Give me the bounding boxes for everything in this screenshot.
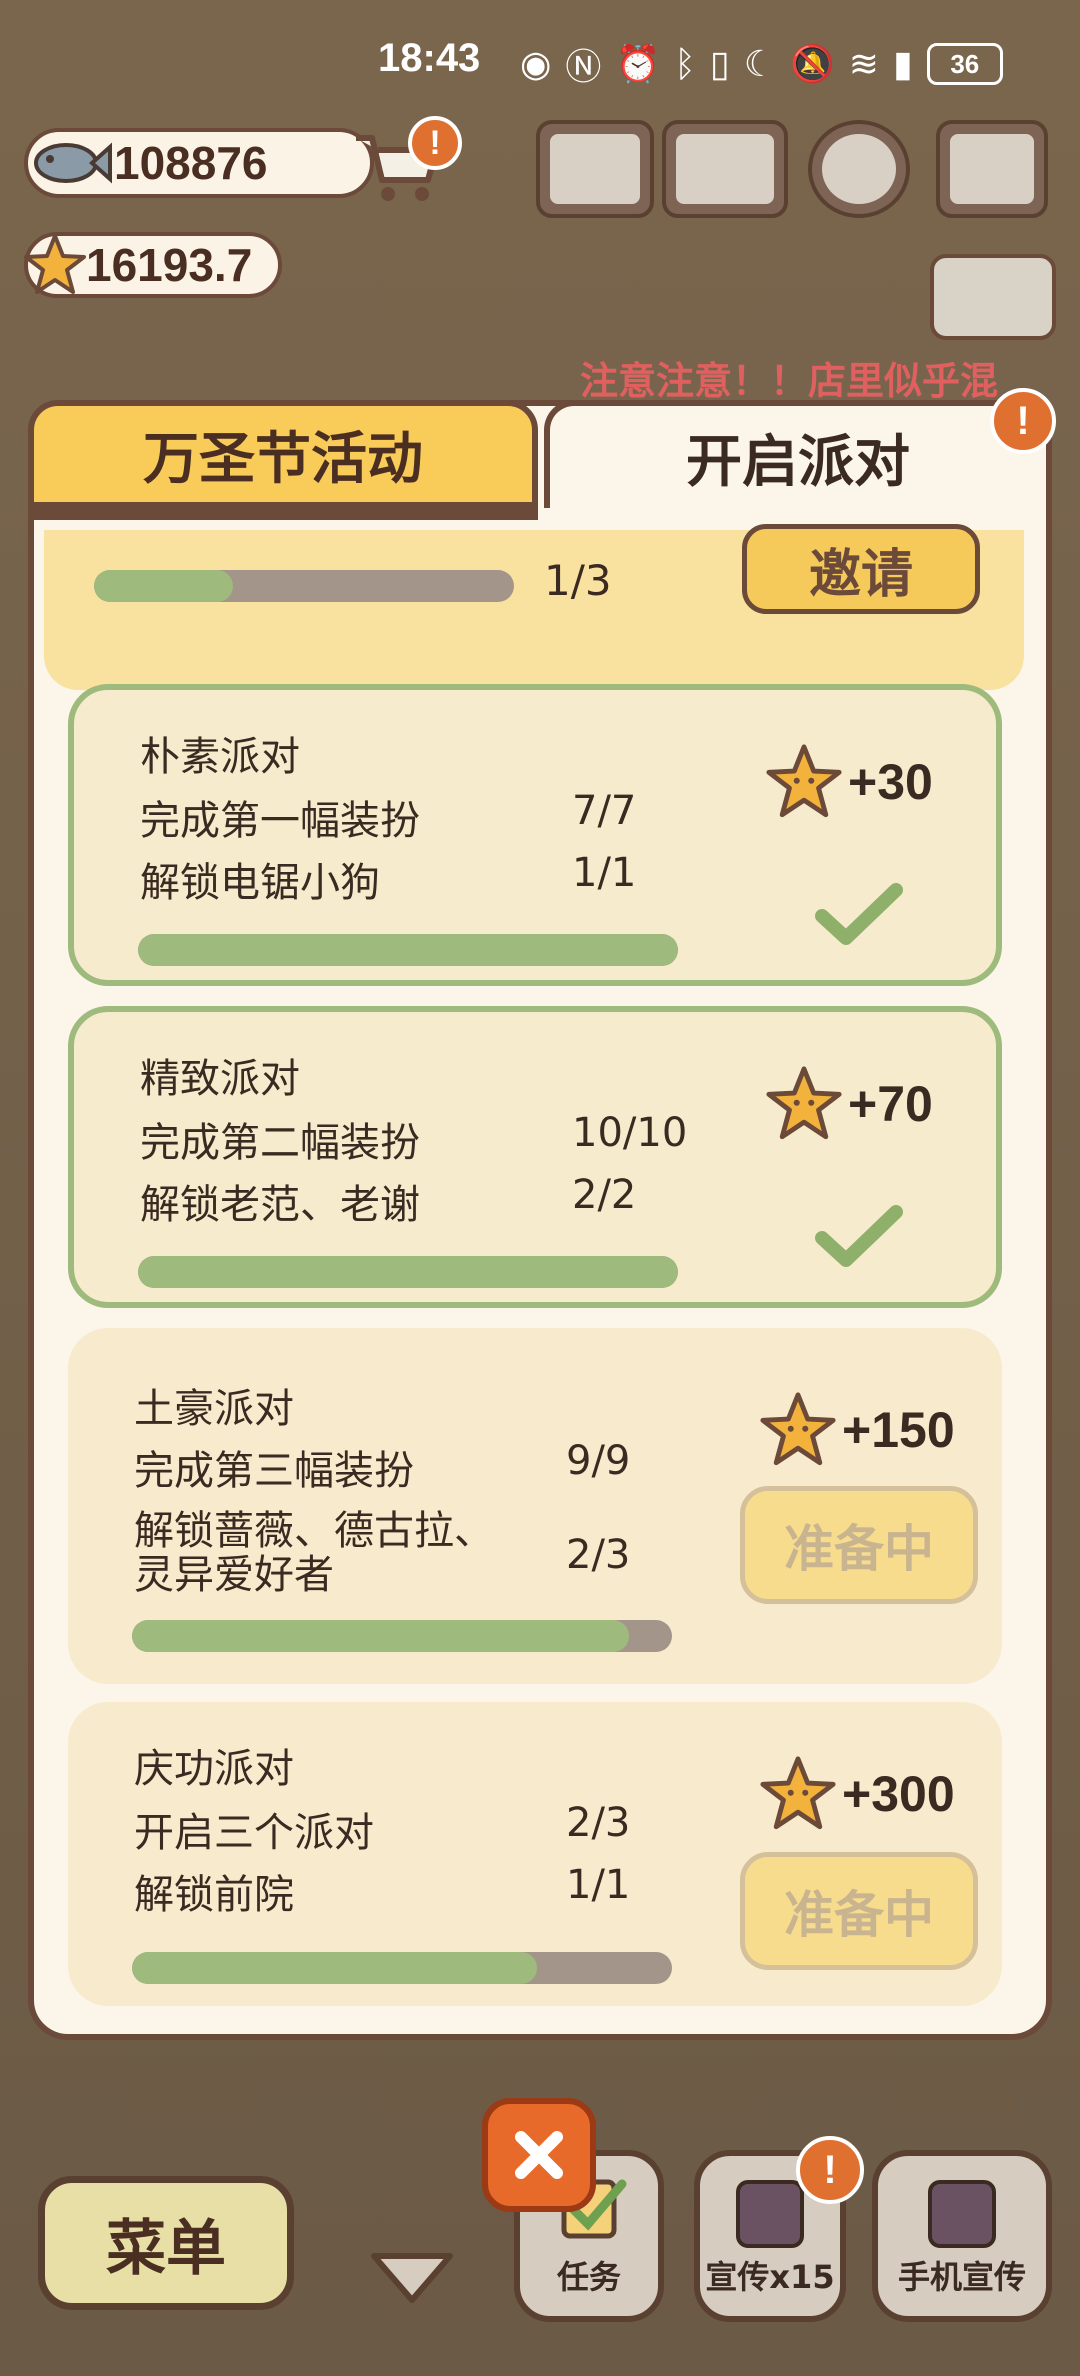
check-icon: [815, 1205, 903, 1267]
fish-currency: 108876: [24, 128, 374, 198]
party-task-count: 1/1: [572, 850, 637, 896]
party-name: 庆功派对: [134, 1746, 294, 1792]
party-progress: [132, 1952, 672, 1984]
phone-promo-label: 手机宣传: [897, 2258, 1026, 2296]
wifi-icon: ≋: [848, 43, 879, 84]
promo-alert-badge: !: [796, 2136, 864, 2204]
party-task-label: 开启三个派对: [134, 1810, 374, 1856]
eye-icon: ◉: [520, 43, 552, 84]
tasks-label: 任务: [556, 2258, 621, 2296]
star-icon: [766, 1066, 842, 1140]
party-task-count: 1/1: [566, 1862, 631, 1908]
party-task-count: 2/3: [566, 1800, 631, 1846]
party-name: 精致派对: [140, 1056, 300, 1102]
current-party-progress-fill: [94, 570, 233, 602]
preparing-button[interactable]: 准备中: [740, 1852, 978, 1970]
party-task-label: 完成第一幅装扮: [140, 798, 420, 844]
check-icon: [815, 883, 903, 945]
book-icon: [676, 134, 774, 204]
tab-halloween-event[interactable]: 万圣节活动: [28, 400, 538, 520]
close-dialog-button[interactable]: [482, 2098, 596, 2212]
menu-button[interactable]: 菜单: [38, 2176, 294, 2310]
close-icon: [515, 2131, 563, 2179]
party-progress-fill: [132, 1952, 537, 1984]
battery-indicator: 36: [926, 43, 1003, 85]
current-party-progress: [94, 570, 514, 602]
phone-icon: [736, 2180, 804, 2248]
party-task-count: 7/7: [572, 788, 637, 834]
star-amount: 16193.7: [86, 239, 253, 291]
chevron-down-icon[interactable]: [368, 2250, 456, 2306]
scrolling-notice: 注意注意！！店里似乎混: [580, 359, 999, 403]
party-task-label: 完成第二幅装扮: [140, 1120, 420, 1166]
party-reward: +300: [758, 1754, 955, 1834]
party-task-label: 解锁电锯小狗: [140, 860, 380, 906]
shop-alert-badge: !: [408, 116, 462, 170]
moon-icon: ☾: [743, 43, 776, 84]
party-reward: +70: [764, 1064, 933, 1144]
party-task-label-cont: 灵异爱好者: [134, 1552, 334, 1598]
map-icon: [950, 134, 1034, 204]
signal-icon: ▮: [892, 43, 913, 84]
current-party-count: 1/3: [544, 556, 612, 605]
party-task-count: 10/10: [572, 1110, 688, 1156]
sort-toggle-button[interactable]: [930, 254, 1056, 340]
alarm-icon: ⏰: [615, 43, 661, 84]
party-task-label: 完成第三幅装扮: [134, 1448, 414, 1494]
party-progress: [132, 1620, 672, 1652]
party-name: 土豪派对: [134, 1386, 294, 1432]
newspaper-icon: [550, 134, 640, 204]
party-progress: [138, 934, 678, 966]
party-task-count: 2/3: [566, 1532, 631, 1578]
party-task-label: 解锁前院: [134, 1872, 294, 1918]
party-progress-fill: [138, 1256, 678, 1288]
nfc-icon: Ⓝ: [565, 46, 602, 87]
smartphone-icon: [928, 2180, 996, 2248]
catbook-button[interactable]: [662, 120, 788, 218]
party-progress: [138, 1256, 678, 1288]
party-card-celebration: 庆功派对 开启三个派对 2/3 解锁前院 1/1 +300 准备中: [68, 1702, 1002, 2006]
party-card-luxury: 土豪派对 完成第三幅装扮 9/9 解锁蔷薇、德古拉、 灵异爱好者 2/3 +15…: [68, 1328, 1002, 1684]
party-task-count: 9/9: [566, 1438, 631, 1484]
star-icon: [766, 744, 842, 818]
settings-button[interactable]: [808, 120, 910, 218]
party-progress-fill: [132, 1620, 629, 1652]
vibrate-icon: ▯: [709, 43, 730, 84]
party-task-count: 2/2: [572, 1172, 637, 1218]
promo-label: 宣传x15: [705, 2258, 835, 2296]
gear-icon: [822, 134, 896, 204]
party-reward-amount: +70: [848, 1076, 933, 1132]
party-task-label: 解锁老范、老谢: [140, 1182, 420, 1228]
star-icon: [760, 1392, 836, 1466]
party-progress-fill: [138, 934, 678, 966]
star-icon: [760, 1756, 836, 1830]
star-currency: 16193.7: [24, 232, 282, 298]
status-icons: ◉ Ⓝ ⏰ ᛒ ▯ ☾ 🔕 ≋ ▮ 36: [520, 38, 1003, 90]
party-reward-amount: +300: [842, 1766, 955, 1822]
party-reward: +150: [758, 1390, 955, 1470]
phone-promo-button[interactable]: 手机宣传: [872, 2150, 1052, 2322]
tab-open-party[interactable]: 开启派对: [544, 400, 1052, 508]
status-bar: 18:43 ◉ Ⓝ ⏰ ᛒ ▯ ☾ 🔕 ≋ ▮ 36: [0, 0, 1080, 120]
status-time: 18:43: [378, 36, 481, 80]
bluetooth-icon: ᛒ: [674, 43, 696, 84]
newspaper-button[interactable]: [536, 120, 654, 218]
party-name: 朴素派对: [140, 734, 300, 780]
fish-icon: [22, 123, 112, 203]
preparing-button[interactable]: 准备中: [740, 1486, 978, 1604]
party-reward-amount: +30: [848, 754, 933, 810]
star-icon: [22, 232, 88, 298]
party-card-fine: 精致派对 完成第二幅装扮 10/10 解锁老范、老谢 2/2 +70: [68, 1006, 1002, 1308]
map-button[interactable]: [936, 120, 1048, 218]
tab-alert-badge: !: [990, 388, 1056, 454]
party-card-simple: 朴素派对 完成第一幅装扮 7/7 解锁电锯小狗 1/1 +30: [68, 684, 1002, 986]
invite-button[interactable]: 邀请: [742, 524, 980, 614]
fish-amount: 108876: [114, 137, 268, 189]
mute-icon: 🔕: [789, 43, 835, 84]
party-reward: +30: [764, 742, 933, 822]
party-reward-amount: +150: [842, 1402, 955, 1458]
